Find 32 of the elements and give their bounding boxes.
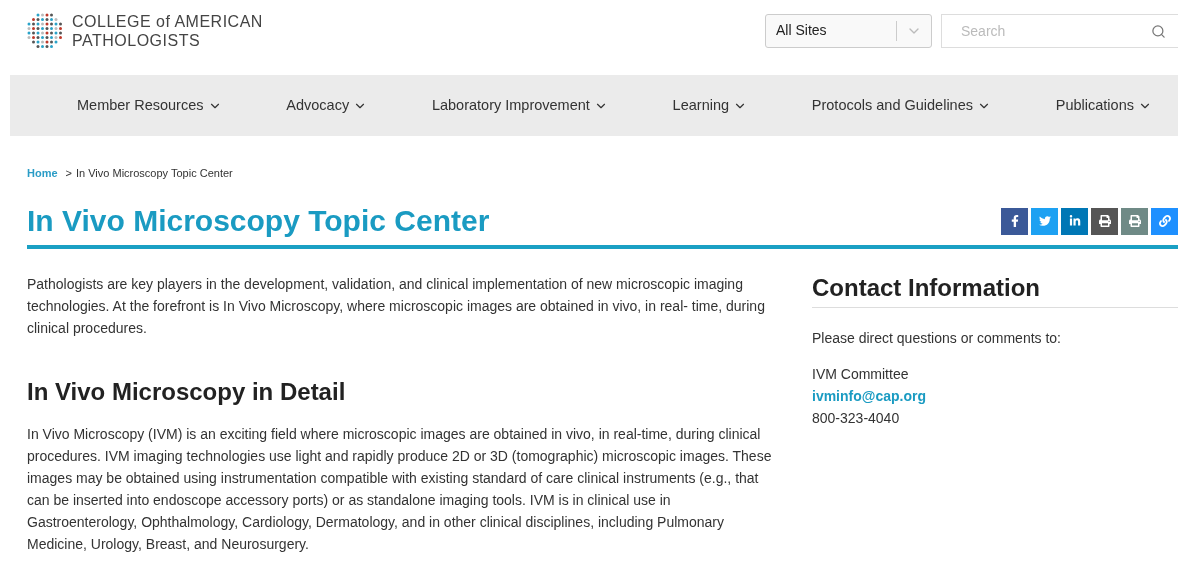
bird-icon — [1038, 215, 1051, 227]
nav-item[interactable]: Member Resources — [77, 94, 222, 117]
intro-paragraph: Pathologists are key players in the development, validation, and clinical implementation of new microscopic imaging technologies. At the forefront is In Vivo Microscopy, where microscopic images are obtained in vivo, in real- time, during clinical procedures. — [27, 274, 766, 338]
share-button[interactable] — [1061, 207, 1088, 235]
search-field[interactable]: Search — [941, 13, 1178, 48]
nav-item[interactable]: Laboratory Improvement — [431, 94, 608, 117]
share-button[interactable] — [1151, 207, 1178, 235]
breadcrumb-current: In Vivo Microscopy Topic Center — [76, 166, 233, 181]
link-icon — [1158, 215, 1171, 227]
share-button[interactable] — [1121, 207, 1148, 235]
printer-icon — [1128, 215, 1141, 227]
nav-item[interactable]: Protocols and Guidelines — [811, 94, 991, 117]
contact-intro: Please direct questions or comments to: — [812, 328, 1062, 348]
phone-number: 800-323-4040 — [812, 408, 901, 428]
linkedin-icon — [1068, 215, 1081, 227]
breadcrumb-separator: > — [65, 166, 72, 181]
logo-text: COLLEGE of AMERICAN — [72, 11, 263, 31]
nav-item[interactable]: Learning — [672, 94, 748, 117]
share-button[interactable] — [1091, 207, 1118, 235]
section-paragraph: In Vivo Microscopy (IVM) is an exciting field where microscopic images are obtained in vivo, in real-time, during clinical procedures. IVM imaging technologies use light and rapidly produce 2D or 3D (tomographic) microscopic images. These images may be obtained using instrumentation compatible with existing standard of care clinical instruments (e.g., that can be inserted into endoscope accessory ports) or as standalone imaging tools. IVM is in clinical use in Gastroenterology, Ophthalmology, Cardiology, Dermatology, and in other clinical disciplines, including Pulmonary Medicine, Urology, Breast, and Neurosurgery. — [27, 424, 772, 554]
section-heading: In Vivo Microscopy in Detail — [27, 376, 347, 407]
site-select[interactable]: All Sites — [765, 13, 932, 48]
nav-item[interactable]: Advocacy — [286, 94, 368, 117]
logo-icon — [26, 11, 64, 50]
logo-text: PATHOLOGISTS — [72, 30, 202, 50]
search-icon[interactable] — [1151, 23, 1166, 39]
contact-name: IVM Committee — [812, 364, 910, 384]
nav-item[interactable]: Publications — [1055, 94, 1152, 117]
contact-heading: Contact Information — [812, 272, 1178, 308]
share-button[interactable] — [1001, 207, 1028, 235]
page-title: In Vivo Microscopy Topic Center — [27, 202, 490, 239]
printer-icon — [1098, 215, 1111, 227]
